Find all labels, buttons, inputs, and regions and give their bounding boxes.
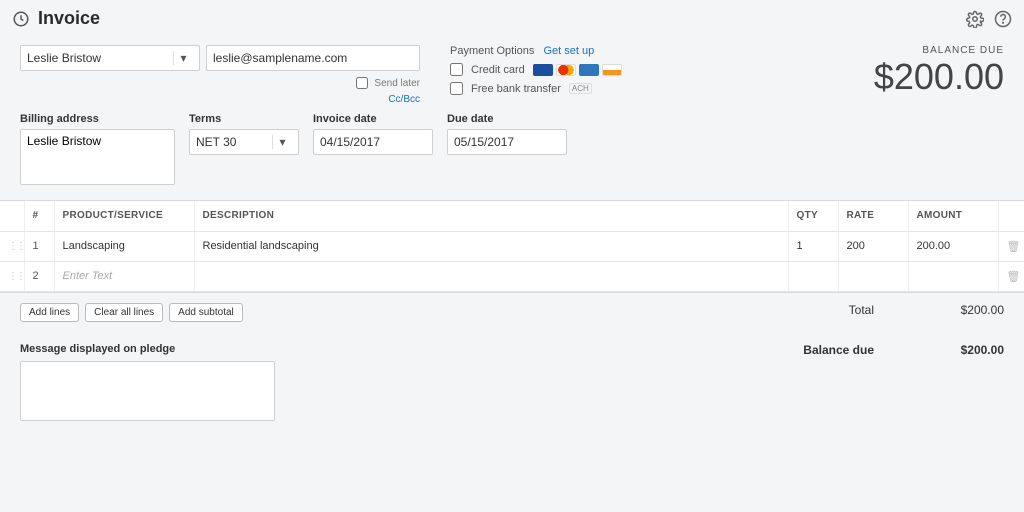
invoice-date-input[interactable]: 04/15/2017 [313,129,433,155]
page-title: Invoice [38,8,100,29]
due-date-block: Due date 05/15/2017 [447,113,567,188]
customer-select-value: Leslie Bristow [27,51,101,65]
get-set-up-link[interactable]: Get set up [543,45,594,57]
col-header-qty: QTY [788,201,838,231]
row-amount[interactable] [908,261,998,291]
balance-due-label: BALANCE DUE [874,45,1004,56]
invoice-fields-row: Billing address Terms NET 30 ▾ Invoice d… [0,109,1024,200]
col-header-description: DESCRIPTION [194,201,788,231]
credit-card-icons [533,64,622,76]
col-header-product: PRODUCT/SERVICE [54,201,194,231]
payment-options: Payment Options Get set up Credit card F… [450,45,622,105]
terms-select[interactable]: NET 30 ▾ [189,129,299,155]
chevron-down-icon: ▾ [272,135,292,149]
gear-icon[interactable] [966,10,984,28]
balance-due-amount: $200.00 [874,56,1004,98]
bank-transfer-label: Free bank transfer [471,83,561,95]
row-rate[interactable]: 200 [838,231,908,261]
clear-all-lines-button[interactable]: Clear all lines [85,303,163,322]
page-header: Invoice [0,0,1024,37]
line-items-table: # PRODUCT/SERVICE DESCRIPTION QTY RATE A… [0,201,1024,292]
visa-icon [533,64,553,76]
add-subtotal-button[interactable]: Add subtotal [169,303,243,322]
total-label: Total [849,303,874,317]
mastercard-icon [556,64,576,76]
table-header-row: # PRODUCT/SERVICE DESCRIPTION QTY RATE A… [0,201,1024,231]
billing-address-label: Billing address [20,113,175,125]
delete-row-icon[interactable]: 🗑 [1007,271,1021,283]
table-row[interactable]: ⋮⋮ 2 Enter Text 🗑 [0,261,1024,291]
table-row[interactable]: ⋮⋮ 1 Landscaping Residential landscaping… [0,231,1024,261]
row-description[interactable] [194,261,788,291]
row-description[interactable]: Residential landscaping [194,231,788,261]
delete-row-icon[interactable]: 🗑 [1007,241,1021,253]
row-number: 2 [24,261,54,291]
invoice-date-block: Invoice date 04/15/2017 [313,113,433,188]
payment-options-label: Payment Options [450,45,534,57]
message-label: Message displayed on pledge [20,343,275,355]
due-date-input[interactable]: 05/15/2017 [447,129,567,155]
drag-handle-icon[interactable]: ⋮⋮ [8,241,24,252]
terms-label: Terms [189,113,299,125]
message-block: Message displayed on pledge [20,343,275,424]
history-icon[interactable] [12,10,30,28]
customer-column: Leslie Bristow ▾ leslie@samplename.com S… [20,45,420,105]
cc-bcc-link[interactable]: Cc/Bcc [388,90,420,109]
customer-select[interactable]: Leslie Bristow ▾ [20,45,200,71]
row-rate[interactable] [838,261,908,291]
drag-handle-icon[interactable]: ⋮⋮ [8,271,24,282]
terms-block: Terms NET 30 ▾ [189,113,299,188]
row-qty[interactable]: 1 [788,231,838,261]
balance-due-bottom-value: $200.00 [934,343,1004,357]
invoice-top-area: Leslie Bristow ▾ leslie@samplename.com S… [0,37,1024,109]
balance-due-row: Balance due $200.00 [803,343,1004,424]
send-later-checkbox[interactable] [356,77,368,89]
row-amount[interactable]: 200.00 [908,231,998,261]
message-textarea[interactable] [20,361,275,421]
customer-email-input[interactable]: leslie@samplename.com [206,45,420,71]
discover-icon [602,64,622,76]
below-table-row: Add lines Clear all lines Add subtotal T… [0,293,1024,333]
balance-due-display: BALANCE DUE $200.00 [874,45,1004,105]
due-date-label: Due date [447,113,567,125]
terms-value: NET 30 [196,135,236,149]
col-header-number: # [24,201,54,231]
row-number: 1 [24,231,54,261]
row-product[interactable]: Enter Text [54,261,194,291]
row-product[interactable]: Landscaping [54,231,194,261]
row-qty[interactable] [788,261,838,291]
add-lines-button[interactable]: Add lines [20,303,79,322]
help-icon[interactable] [994,10,1012,28]
line-items-table-wrap: # PRODUCT/SERVICE DESCRIPTION QTY RATE A… [0,200,1024,293]
chevron-down-icon: ▾ [173,51,193,65]
message-area: Message displayed on pledge Balance due … [0,333,1024,434]
total-value: $200.00 [934,303,1004,317]
totals-block: Total $200.00 [849,303,1004,323]
invoice-date-label: Invoice date [313,113,433,125]
billing-address-input[interactable] [20,129,175,185]
send-later-label: Send later [374,78,420,89]
amex-icon [579,64,599,76]
ach-icon: ACH [569,83,592,94]
col-header-amount: AMOUNT [908,201,998,231]
balance-due-bottom-label: Balance due [803,343,874,357]
billing-address-block: Billing address [20,113,175,188]
credit-card-checkbox[interactable] [450,63,463,76]
credit-card-label: Credit card [471,64,525,76]
col-header-rate: RATE [838,201,908,231]
bank-transfer-checkbox[interactable] [450,82,463,95]
